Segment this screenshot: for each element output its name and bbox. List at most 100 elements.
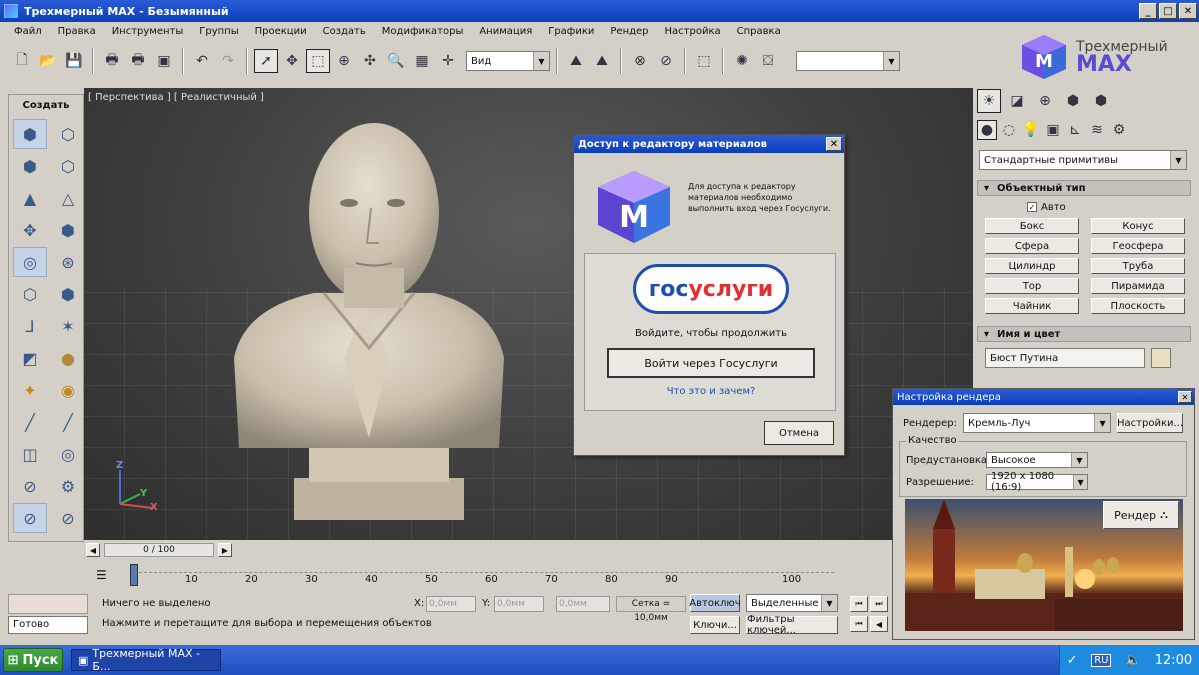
helix-icon[interactable]: ⊘	[13, 471, 47, 501]
open-folder-icon[interactable]: 📂	[36, 49, 60, 73]
pyramid-icon[interactable]: △	[51, 183, 85, 213]
spline-icon[interactable]: ╱	[51, 407, 85, 437]
print-icon[interactable]: 🖶	[100, 49, 124, 73]
maxscript-listener[interactable]	[8, 594, 88, 614]
render-button[interactable]: Рендер ⛬	[1103, 501, 1179, 529]
select-arrow-icon[interactable]: ➚	[254, 49, 278, 73]
teapot-button[interactable]: Чайник	[985, 298, 1079, 314]
volume-icon[interactable]: 🔈	[1125, 653, 1141, 668]
prev-frame-icon[interactable]: ◀	[870, 616, 888, 632]
sphere-button[interactable]: Сфера	[985, 238, 1079, 254]
cameras-icon[interactable]: ▣	[1043, 120, 1063, 140]
transform-icon[interactable]: ✥	[13, 215, 47, 245]
key-filters-button[interactable]: Фильтры ключей...	[746, 614, 838, 636]
taskbar-app-button[interactable]: ▣ Трехмерный MAX - Б...	[71, 647, 221, 673]
rotate-icon[interactable]: ⊕	[332, 49, 356, 73]
helper-icon[interactable]: ✶	[51, 311, 85, 341]
object-type-rollout[interactable]: ▾ Объектный тип	[977, 180, 1191, 196]
play-icon[interactable]: ⏭	[870, 596, 888, 612]
lights-icon[interactable]: 💡	[1021, 120, 1041, 140]
start-button[interactable]: ⊞ Пуск	[3, 648, 63, 672]
wire-cube-icon[interactable]: ⬡	[51, 151, 85, 181]
menu-groups[interactable]: Группы	[191, 26, 246, 37]
solid-cube-icon[interactable]: ⬢	[13, 151, 47, 181]
cancel-button[interactable]: Отмена	[764, 421, 834, 445]
gosuslugi-login-button[interactable]: Войти через Госуслуги	[607, 348, 815, 378]
language-indicator[interactable]: RU	[1091, 653, 1112, 667]
space-warp-icon[interactable]: ⊘	[13, 503, 47, 533]
render-close-button[interactable]: ✕	[1178, 391, 1192, 403]
scale-icon[interactable]: ✣	[358, 49, 382, 73]
menu-modifiers[interactable]: Модификаторы	[374, 26, 472, 37]
target-icon[interactable]: ◉	[51, 375, 85, 405]
resolution-combo[interactable]: 1920 x 1080 (16:9) ▼	[986, 471, 1088, 493]
object-name-field[interactable]: Бюст Путина	[985, 348, 1145, 368]
timeline-prev-icon[interactable]: ◀	[86, 543, 100, 557]
geosphere-button[interactable]: Геосфера	[1091, 238, 1185, 254]
region-select-icon[interactable]: ⬚	[306, 49, 330, 73]
light-icon[interactable]: ✺	[730, 49, 754, 73]
auto-grid-checkbox[interactable]: ✓	[1027, 202, 1037, 212]
align-icon[interactable]: ⛰	[590, 49, 614, 73]
shapes-icon[interactable]: ◌	[999, 120, 1019, 140]
time-marker[interactable]	[130, 564, 138, 586]
maximize-button[interactable]: □	[1159, 3, 1177, 19]
chevron-icon[interactable]: ✓	[1067, 653, 1078, 668]
ring-icon[interactable]: ◎	[51, 439, 85, 469]
bust-sculpture[interactable]	[224, 108, 514, 528]
new-file-icon[interactable]: 🗋	[10, 49, 34, 73]
autokey-button[interactable]: Автоключ	[689, 594, 741, 612]
menu-file[interactable]: Файл	[6, 26, 50, 37]
menu-tools[interactable]: Инструменты	[104, 26, 192, 37]
camera-icon[interactable]: ⬢	[51, 279, 85, 309]
curve-editor-icon[interactable]: ⊘	[654, 49, 678, 73]
minimize-button[interactable]: _	[1139, 3, 1157, 19]
display-tab-icon[interactable]: ⬢	[1089, 89, 1113, 113]
tube-button[interactable]: Труба	[1091, 258, 1185, 274]
export-icon[interactable]: ▣	[152, 49, 176, 73]
menu-help[interactable]: Справка	[729, 26, 789, 37]
object-color-swatch[interactable]	[1151, 348, 1171, 368]
grid-snap-icon[interactable]: ▦	[410, 49, 434, 73]
set-keys-button[interactable]: Ключи...	[690, 616, 740, 634]
shape-icon[interactable]: ◫	[13, 439, 47, 469]
menu-customize[interactable]: Настройка	[657, 26, 729, 37]
preset-combo[interactable]: Высокое ▼	[986, 452, 1088, 468]
viewport-label[interactable]: [ Перспектива ] [ Реалистичный ]	[88, 92, 264, 103]
systems-icon[interactable]: ⚙	[1109, 120, 1129, 140]
time-slider[interactable]: 0 / 100	[104, 543, 214, 557]
menu-animation[interactable]: Анимация	[471, 26, 540, 37]
bone-icon[interactable]: ⅃	[13, 311, 47, 341]
y-coord-field[interactable]: 0,0мм	[494, 596, 544, 612]
spacewarps-icon[interactable]: ≋	[1087, 120, 1107, 140]
name-color-rollout[interactable]: ▾ Имя и цвет	[977, 326, 1191, 342]
z-coord-field[interactable]: 0,0мм	[556, 596, 610, 612]
reference-coord-combo[interactable]: Вид ▼	[466, 51, 550, 71]
point-icon[interactable]: ✦	[13, 375, 47, 405]
modify-tab-icon[interactable]: ◪	[1005, 89, 1029, 113]
cube-tool-icon[interactable]: ⬡	[51, 119, 85, 149]
move-icon[interactable]: ✥	[280, 49, 304, 73]
schematic-view-icon[interactable]: ⬚	[692, 49, 716, 73]
zoom-icon[interactable]: 🔍	[384, 49, 408, 73]
named-selection-combo[interactable]: ▼	[796, 51, 900, 71]
mirror-icon[interactable]: ⛰	[564, 49, 588, 73]
dialog-close-button[interactable]: ✕	[826, 137, 842, 151]
timeline-track[interactable]	[134, 572, 834, 573]
torus-icon[interactable]: ◎	[13, 247, 47, 277]
cylinder-button[interactable]: Цилиндр	[985, 258, 1079, 274]
box-button[interactable]: Бокс	[985, 218, 1079, 234]
plane-button[interactable]: Плоскость	[1091, 298, 1185, 314]
sphere-icon[interactable]: ●	[51, 343, 85, 373]
geosphere-icon[interactable]: ⊛	[51, 247, 85, 277]
wire-box-icon[interactable]: ⬡	[13, 279, 47, 309]
pivot-icon[interactable]: ✛	[436, 49, 460, 73]
key-selection-combo[interactable]: Выделенные ▼	[746, 594, 838, 612]
close-button[interactable]: ✕	[1179, 3, 1197, 19]
help-link[interactable]: Что это и зачем?	[585, 386, 837, 397]
geometry-icon[interactable]: ●	[977, 120, 997, 140]
track-bar-icon[interactable]: ☰	[96, 568, 107, 582]
menu-create[interactable]: Создать	[315, 26, 374, 37]
goto-start-icon[interactable]: ⏮	[850, 596, 868, 612]
rotate-cube-icon[interactable]: ⬢	[51, 215, 85, 245]
